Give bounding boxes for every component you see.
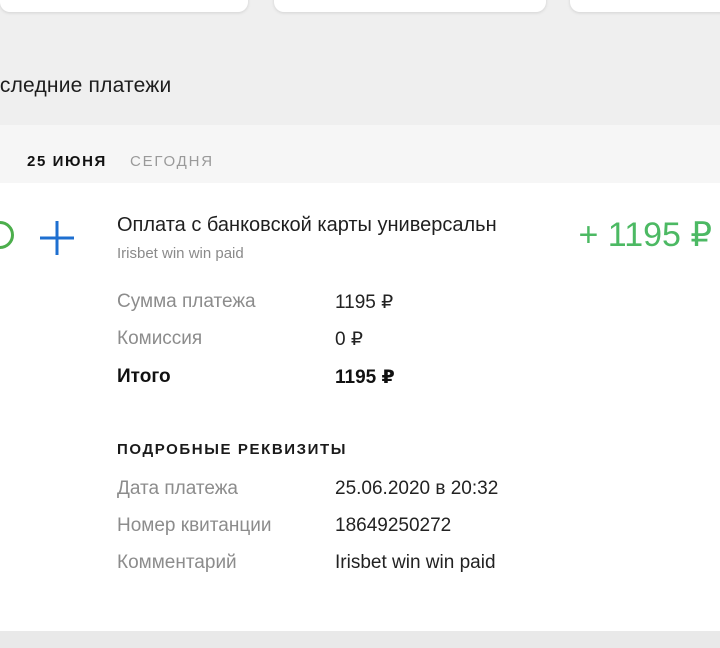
- payment-subtitle: Irisbet win win paid: [117, 245, 244, 262]
- details-label-date: Дата платежа: [117, 478, 238, 499]
- section-title: оследние платежи: [0, 74, 172, 97]
- payment-title: Оплата с банковской карты универсальн: [117, 214, 497, 236]
- top-card-left[interactable]: [0, 0, 248, 12]
- details-label-receipt: Номер квитанции: [117, 515, 272, 536]
- summary-value-commission: 0 ₽: [335, 329, 363, 350]
- bottom-strip: [0, 631, 720, 648]
- title-fade: [500, 212, 574, 242]
- top-card-right[interactable]: [570, 0, 720, 12]
- payment-amount: + 1195 ₽: [578, 216, 713, 254]
- summary-label-total: Итого: [117, 366, 171, 387]
- summary-value-total: 1195 ₽: [335, 367, 395, 388]
- plus-icon: [40, 221, 74, 255]
- details-value-date: 25.06.2020 в 20:32: [335, 478, 499, 499]
- date-header: [0, 125, 720, 183]
- details-value-receipt: 18649250272: [335, 515, 452, 536]
- top-card-middle[interactable]: [274, 0, 546, 12]
- details-label-comment: Комментарий: [117, 552, 237, 573]
- summary-value-amount: 1195 ₽: [335, 292, 394, 313]
- summary-label-amount: Сумма платежа: [117, 291, 256, 312]
- details-title: ПОДРОБНЫЕ РЕКВИЗИТЫ: [117, 441, 348, 458]
- date-relative: СЕГОДНЯ: [130, 153, 214, 170]
- summary-label-commission: Комиссия: [117, 328, 203, 349]
- details-value-comment: Irisbet win win paid: [335, 552, 496, 573]
- date-day: 25 ИЮНЯ: [27, 153, 107, 170]
